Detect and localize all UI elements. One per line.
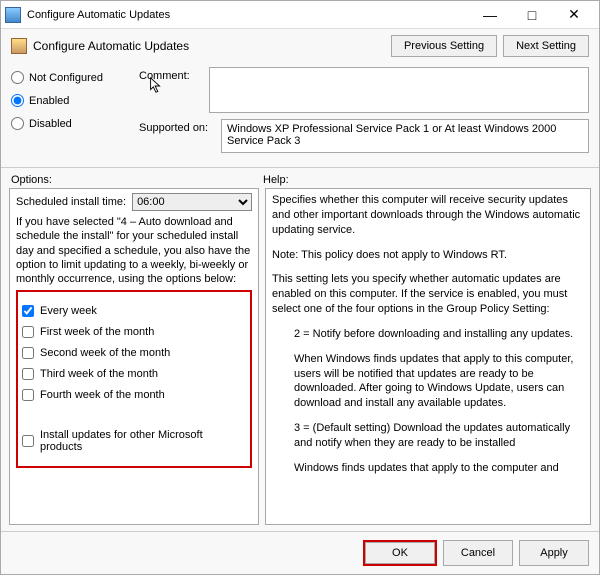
apply-button[interactable]: Apply [519,540,589,566]
radio-not-configured[interactable]: Not Configured [11,71,131,84]
help-label: Help: [263,174,289,186]
policy-icon [11,38,27,54]
previous-setting-button[interactable]: Previous Setting [391,35,497,57]
minimize-button[interactable]: — [469,3,511,27]
check-first-week[interactable]: First week of the month [22,326,246,338]
check-every-week[interactable]: Every week [22,305,246,317]
policy-header: Configure Automatic Updates Previous Set… [1,29,599,63]
dialog-footer: OK Cancel Apply [1,531,599,574]
options-scroll[interactable]: Scheduled install time: 06:00 If you hav… [10,189,258,524]
next-setting-button[interactable]: Next Setting [503,35,589,57]
check-other-ms-products[interactable]: Install updates for other Microsoft prod… [22,429,246,453]
supported-on-label: Supported on: [139,119,221,134]
scheduled-time-label: Scheduled install time: [16,196,126,208]
help-text: 2 = Notify before downloading and instal… [272,327,584,342]
help-scroll[interactable]: Specifies whether this computer will rec… [266,189,590,524]
ok-button[interactable]: OK [365,542,435,564]
help-text: Specifies whether this computer will rec… [272,193,584,238]
comment-textarea[interactable] [209,67,589,113]
options-description: If you have selected "4 – Auto download … [16,215,252,286]
config-area: Not Configured Enabled Disabled Comment:… [1,63,599,168]
state-radio-group: Not Configured Enabled Disabled [11,67,131,159]
check-third-week[interactable]: Third week of the month [22,368,246,380]
policy-name: Configure Automatic Updates [33,39,391,53]
check-fourth-week[interactable]: Fourth week of the month [22,389,246,401]
help-text: 3 = (Default setting) Download the updat… [272,421,584,451]
cancel-button[interactable]: Cancel [443,540,513,566]
highlighted-options: Every week First week of the month Secon… [16,290,252,468]
window-title: Configure Automatic Updates [27,9,469,21]
close-button[interactable]: ✕ [553,3,595,27]
help-text: When Windows finds updates that apply to… [272,352,584,411]
maximize-button[interactable]: □ [511,3,553,27]
supported-on-text: Windows XP Professional Service Pack 1 o… [221,119,589,153]
app-icon [5,7,21,23]
title-bar: Configure Automatic Updates — □ ✕ [1,1,599,29]
check-second-week[interactable]: Second week of the month [22,347,246,359]
radio-disabled[interactable]: Disabled [11,117,131,130]
radio-enabled[interactable]: Enabled [11,94,131,107]
help-pane: Specifies whether this computer will rec… [265,188,591,525]
options-pane: Scheduled install time: 06:00 If you hav… [9,188,259,525]
scheduled-time-select[interactable]: 06:00 [132,193,252,211]
options-label: Options: [11,174,263,186]
help-text: Note: This policy does not apply to Wind… [272,248,584,263]
help-text: This setting lets you specify whether au… [272,272,584,317]
mouse-cursor-icon [149,77,163,95]
policy-editor-window: Configure Automatic Updates — □ ✕ Config… [0,0,600,575]
help-text: Windows finds updates that apply to the … [272,461,584,476]
